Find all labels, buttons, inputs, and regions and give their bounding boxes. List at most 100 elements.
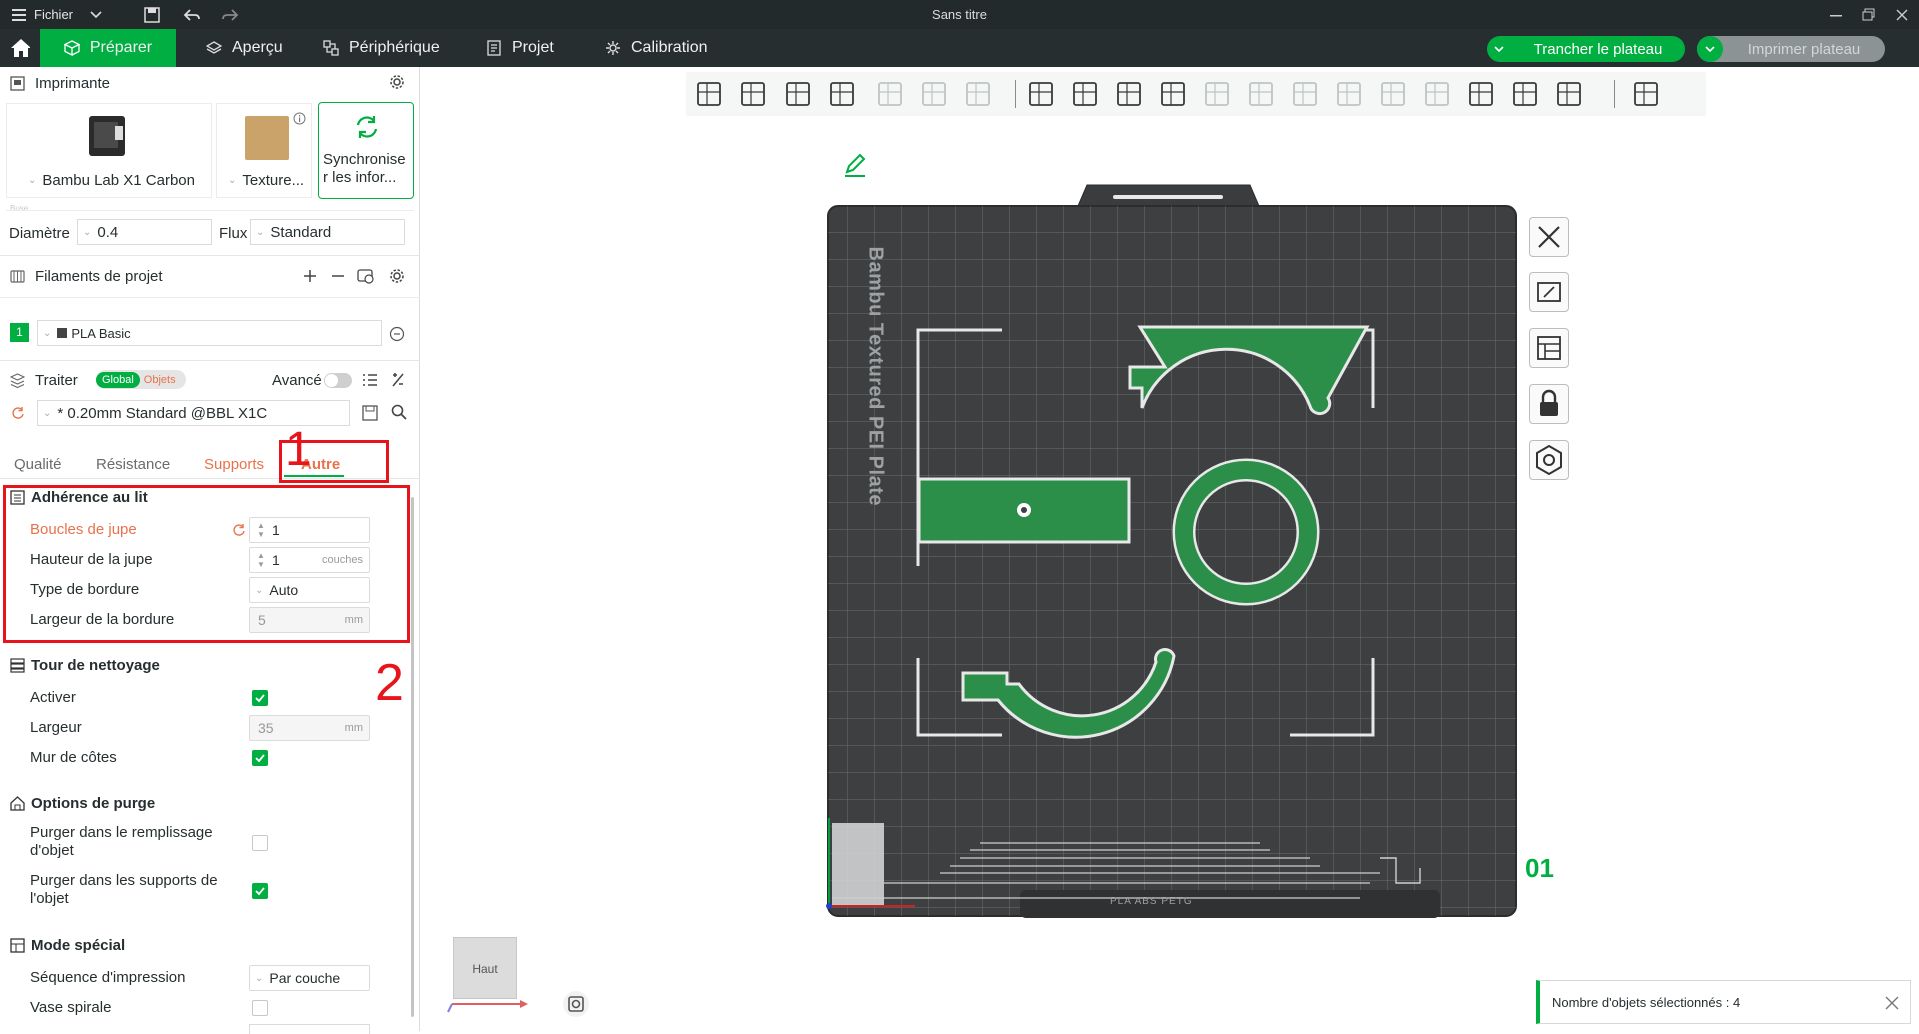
save-preset-icon[interactable]: [362, 405, 378, 421]
add-object-icon[interactable]: [691, 76, 727, 112]
rib-wall-checkbox[interactable]: [252, 750, 268, 766]
build-plate[interactable]: [820, 178, 1520, 918]
brim-width-input[interactable]: 5 mm: [249, 607, 370, 633]
reset-icon[interactable]: [11, 406, 25, 420]
add-plate-icon[interactable]: [735, 76, 771, 112]
search-icon[interactable]: [391, 404, 407, 420]
diameter-select[interactable]: ⌄ 0.4: [77, 219, 212, 245]
auto-orient-button[interactable]: [1529, 272, 1569, 312]
compare-icon[interactable]: [390, 372, 406, 388]
spiral-vase-checkbox[interactable]: [252, 1000, 268, 1016]
tab-preview[interactable]: Aperçu: [190, 29, 299, 67]
tab-supports[interactable]: Supports: [204, 456, 264, 473]
gear-icon[interactable]: [389, 74, 405, 90]
reset-value-icon[interactable]: [232, 523, 246, 537]
tab-label: Préparer: [89, 39, 153, 56]
filament-index-badge[interactable]: 1: [10, 323, 29, 342]
print-sequence-select[interactable]: ⌄ Par couche: [249, 965, 370, 991]
move-icon[interactable]: [1023, 76, 1059, 112]
tab-prepare[interactable]: Préparer: [40, 29, 176, 67]
simplify-icon[interactable]: [1551, 76, 1587, 112]
auto-orient-icon[interactable]: [780, 76, 816, 112]
variable-height-icon[interactable]: [1628, 76, 1664, 112]
measure-icon[interactable]: [1463, 76, 1499, 112]
arrange-button[interactable]: [1529, 328, 1569, 368]
toggle-objects[interactable]: Objets: [140, 374, 180, 386]
lock-plate-button[interactable]: [1529, 384, 1569, 424]
camera-reset-icon[interactable]: [562, 990, 590, 1018]
flow-select[interactable]: ⌄ Standard: [250, 219, 405, 245]
scale-icon[interactable]: [1111, 76, 1147, 112]
chevron-down-icon[interactable]: [90, 0, 102, 29]
mesh-boolean-icon[interactable]: [1243, 76, 1279, 112]
color-paint-icon[interactable]: [1419, 76, 1455, 112]
chevron-down-icon[interactable]: [1697, 36, 1723, 62]
ams-sync-icon[interactable]: [357, 267, 375, 285]
chevron-down-icon[interactable]: [1487, 46, 1511, 52]
brim-type-select[interactable]: ⌄ Auto: [249, 577, 370, 603]
arrange-icon[interactable]: [824, 76, 860, 112]
prime-tower-enable-checkbox[interactable]: [252, 690, 268, 706]
lay-on-face-icon[interactable]: [1155, 76, 1191, 112]
support-paint-icon[interactable]: [1287, 76, 1323, 112]
info-icon[interactable]: [293, 112, 306, 125]
advanced-toggle[interactable]: [324, 373, 352, 388]
sync-printer-button[interactable]: Synchronise r les infor...: [318, 102, 414, 199]
add-icon[interactable]: [303, 269, 317, 283]
remove-icon[interactable]: [331, 269, 345, 283]
assembly-icon[interactable]: [1507, 76, 1543, 112]
chevron-down-icon: ⌄: [83, 226, 92, 238]
delete-plate-button[interactable]: [1529, 217, 1569, 257]
filament-icon: [10, 269, 25, 283]
tab-calibration[interactable]: Calibration: [589, 29, 723, 67]
gear-icon[interactable]: [389, 268, 405, 284]
printer-card[interactable]: ⌄ Bambu Lab X1 Carbon: [6, 103, 212, 198]
rotate-icon[interactable]: [1067, 76, 1103, 112]
chevron-down-icon[interactable]: ⌄: [228, 175, 236, 186]
tab-quality[interactable]: Qualité: [14, 456, 62, 473]
stepper-icon[interactable]: ▲ ▼: [254, 551, 268, 569]
settings-scrollbar[interactable]: [411, 497, 414, 1017]
toggle-global[interactable]: Global: [96, 371, 140, 388]
toolbar-separator: [1015, 80, 1016, 108]
seam-paint-icon[interactable]: [1331, 76, 1367, 112]
redo-icon[interactable]: [221, 0, 239, 29]
tab-project[interactable]: Projet: [470, 29, 570, 67]
prime-tower-title: Tour de nettoyage: [31, 656, 160, 674]
home-button[interactable]: [0, 29, 40, 67]
cut-icon[interactable]: [1199, 76, 1235, 112]
chevron-down-icon[interactable]: ⌄: [28, 175, 36, 186]
close-icon[interactable]: [1884, 995, 1900, 1011]
bed-text-wrap: Bambu Textured PEI Plate: [855, 235, 895, 555]
global-objects-toggle[interactable]: Global Objets: [96, 370, 186, 389]
diameter-label: Diamètre: [9, 224, 70, 242]
undo-icon[interactable]: [183, 0, 201, 29]
text-icon[interactable]: [1375, 76, 1411, 112]
layers-editing-icon[interactable]: [960, 76, 996, 112]
save-icon[interactable]: [144, 0, 160, 29]
minimize-icon[interactable]: [1830, 0, 1842, 29]
close-window-icon[interactable]: [1896, 0, 1908, 29]
purge-support-checkbox[interactable]: [252, 883, 268, 899]
purge-infill-checkbox[interactable]: [252, 835, 268, 851]
view-cube[interactable]: Haut: [453, 937, 517, 999]
print-plate-button[interactable]: Imprimer plateau: [1697, 36, 1885, 62]
edit-plate-name-icon[interactable]: [843, 152, 869, 178]
status-notification: Nombre d'objets sélectionnés : 4: [1536, 980, 1911, 1024]
plate-card[interactable]: ⌄ Texture...: [216, 103, 312, 198]
restore-icon[interactable]: [1862, 0, 1875, 29]
filament-select[interactable]: ⌄ PLA Basic: [37, 320, 382, 346]
split-objects-icon[interactable]: [872, 76, 908, 112]
more-options-icon[interactable]: [389, 326, 405, 342]
list-icon[interactable]: [362, 373, 378, 387]
stepper-icon[interactable]: ▲ ▼: [254, 521, 268, 539]
file-menu[interactable]: Fichier: [12, 0, 73, 29]
tab-device[interactable]: Périphérique: [307, 29, 456, 67]
plate-settings-button[interactable]: [1529, 440, 1569, 480]
skirt-loops-input[interactable]: ▲ ▼ 1: [249, 517, 370, 543]
slice-plate-button[interactable]: Trancher le plateau: [1487, 36, 1685, 62]
split-parts-icon[interactable]: [916, 76, 952, 112]
skirt-height-input[interactable]: ▲ ▼ 1 couches: [249, 547, 370, 573]
tab-strength[interactable]: Résistance: [96, 456, 170, 473]
prime-tower-width-input[interactable]: 35 mm: [249, 715, 370, 741]
